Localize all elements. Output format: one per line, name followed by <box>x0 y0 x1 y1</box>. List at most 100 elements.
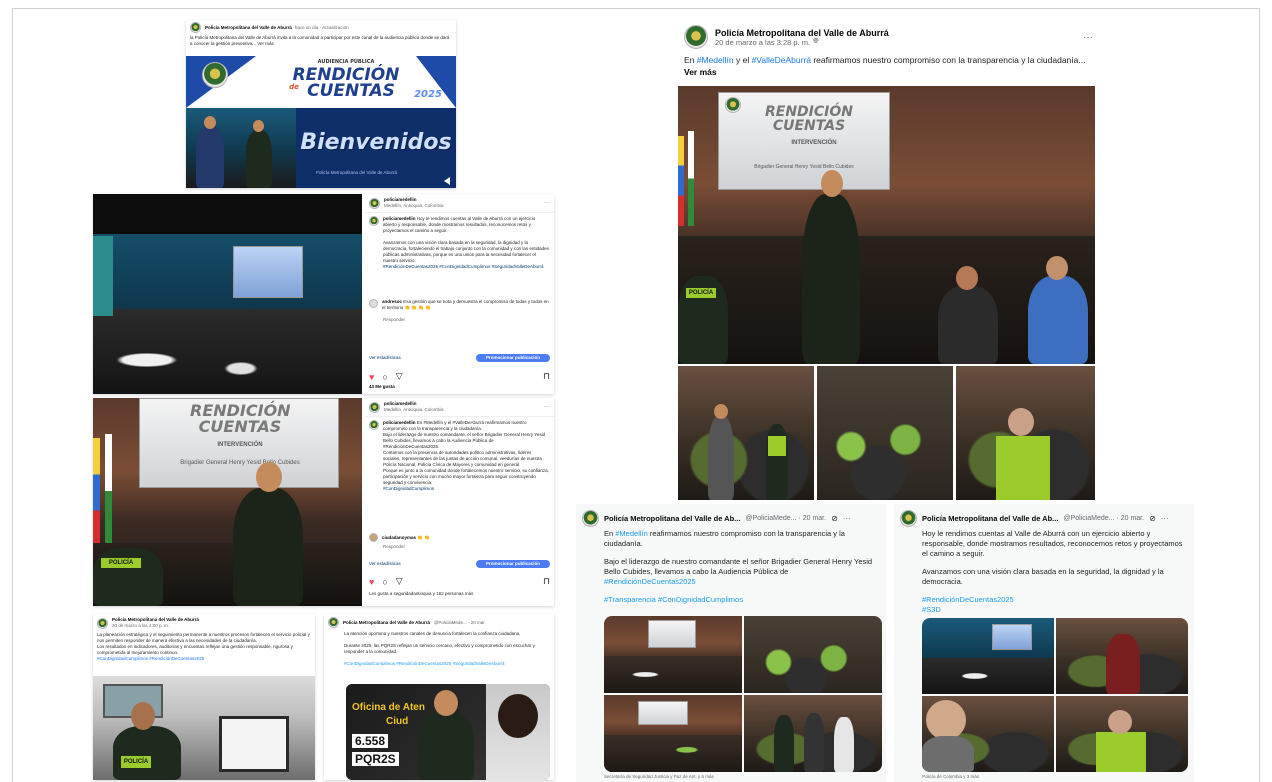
volume-icon[interactable] <box>444 177 450 185</box>
hashtag-link[interactable]: #ValleDeAburrá <box>752 55 811 65</box>
avatar[interactable] <box>684 25 708 49</box>
avatar[interactable] <box>369 299 378 308</box>
police-emblem-icon <box>202 62 228 88</box>
ig-comment: andresoc Esa gestión que se nota y demue… <box>382 299 549 310</box>
tweet-text: Hoy le rendimos cuentas al Valle de Abur… <box>922 529 1183 615</box>
avatar[interactable] <box>369 216 379 226</box>
more-icon[interactable]: ··· <box>544 200 550 206</box>
ig-caption: policiamedellin En #Medellín y el #Valle… <box>383 420 549 491</box>
avatar[interactable] <box>369 420 379 430</box>
tweet-2: Policía Metropolitana del Valle de Ab...… <box>894 504 1194 782</box>
avatar[interactable] <box>190 22 201 33</box>
tweet-photo-2[interactable] <box>744 616 882 693</box>
avatar[interactable] <box>900 510 917 527</box>
speaker-photo[interactable]: RENDICIÓN CUENTAS INTERVENCIÓN Brigadier… <box>93 398 362 606</box>
hashtags[interactable]: #Transparencia #ConDignidadCumplimos <box>604 595 878 605</box>
insights-link[interactable]: Ver estadísticas <box>369 355 401 361</box>
avatar[interactable] <box>582 510 599 527</box>
insights-link[interactable]: Ver estadísticas <box>369 561 401 567</box>
avatar[interactable] <box>369 401 380 413</box>
pqrs-poster[interactable]: Oficina de Aten Ciud 6.558 PQR2S <box>346 684 550 780</box>
post-author[interactable]: Policía Metropolitana del Valle de Aburr… <box>205 25 292 31</box>
reply-link[interactable]: Responder <box>365 317 554 323</box>
tweet-author[interactable]: Policía Metropolitana del Valle de Ab... <box>922 514 1058 523</box>
tweet-text: En #Medellín reafirmamos nuestro comprom… <box>576 529 886 605</box>
tweet-author[interactable]: Policía Metropolitana del Valle de Ab... <box>604 514 740 523</box>
likes-count[interactable]: 43 Me gusta <box>369 384 395 390</box>
avatar[interactable] <box>369 533 378 542</box>
tweet-photo-1[interactable] <box>922 618 1054 694</box>
hashtag-link[interactable]: #Medellín <box>615 529 648 538</box>
reply-link[interactable]: Responder <box>365 544 554 550</box>
heart-icon[interactable]: ♥ <box>369 577 374 587</box>
hashtag-link[interactable]: #RendiciónDeCuentas2025 <box>604 577 696 586</box>
more-icon[interactable]: ··· <box>1083 32 1093 43</box>
banner-image[interactable]: AUDIENCIA PÚBLICA RENDICIÓN de CUENTAS 2… <box>186 56 456 188</box>
tweet-photo-3[interactable] <box>604 695 742 772</box>
ig-post-2: RENDICIÓN CUENTAS INTERVENCIÓN Brigadier… <box>93 398 554 606</box>
bookmark-icon[interactable]: ⊓ <box>543 371 550 382</box>
tweet-handle[interactable]: @PoliciaMede... · 20 mar. <box>434 620 486 626</box>
fb-post-top: Policía Metropolitana del Valle de Aburr… <box>186 20 456 188</box>
tweet-photo-2[interactable] <box>1056 618 1188 694</box>
grok-icon[interactable]: ⊘ <box>831 514 838 523</box>
more-icon[interactable]: ··· <box>1161 514 1169 523</box>
tweet-media-grid <box>604 616 882 772</box>
share-icon[interactable]: ▽ <box>396 371 403 382</box>
ig-location[interactable]: Medellín, Antioquia, Colombia <box>384 203 444 209</box>
promote-button[interactable]: Promocionar publicación <box>476 354 550 362</box>
post-author[interactable]: Policía Metropolitana del Valle de Aburr… <box>715 28 1076 38</box>
tweet-photo-4[interactable] <box>1056 696 1188 772</box>
comment-icon[interactable]: ○ <box>382 372 387 382</box>
office-photo[interactable]: POLICÍA <box>93 676 315 780</box>
tweet-author[interactable]: Policía Metropolitana del Valle de Aburr… <box>343 620 430 626</box>
post-meta: hace un día · Actualización <box>294 24 349 30</box>
projection-screen: RENDICIÓN CUENTAS INTERVENCIÓN Brigadier… <box>718 92 890 190</box>
tweet-photo-4[interactable] <box>744 695 882 772</box>
more-icon[interactable]: ··· <box>843 514 851 523</box>
more-icon[interactable]: ··· <box>544 404 550 410</box>
share-icon[interactable]: ▽ <box>396 576 403 587</box>
hashtag-link[interactable]: #Medellín <box>697 55 734 65</box>
fb-post-bottom-left: Policía Metropolitana del Valle de Aburr… <box>93 614 315 780</box>
pqrs-label: PQR2S <box>352 752 399 766</box>
avatar[interactable] <box>97 617 108 629</box>
post-meta[interactable]: 20 de marzo a las 4:00 p. m. <box>112 623 199 629</box>
globe-icon: 🌐︎ <box>813 38 819 45</box>
bookmark-icon[interactable]: ⊓ <box>543 576 550 587</box>
tweet-photo-1[interactable] <box>604 616 742 693</box>
tweet-handle[interactable]: @PoliciaMede... · 20 mar. <box>745 515 826 522</box>
post-date[interactable]: 20 de marzo a las 3:28 p. m. <box>715 38 810 47</box>
see-more-link[interactable]: Ver más <box>684 67 717 77</box>
ig-location[interactable]: Medellín, Antioquia, Colombia <box>384 407 444 413</box>
likes-count[interactable]: Les gusta a seguridadantioquia y 162 per… <box>369 591 473 597</box>
grok-icon[interactable]: ⊘ <box>1149 514 1156 523</box>
photo-grid-2[interactable] <box>817 366 953 500</box>
post-text: la Policía Metropolitana del Valle de Ab… <box>190 35 450 46</box>
tweet-bottom-mid: Policía Metropolitana del Valle de Aburr… <box>324 614 554 780</box>
post-text: La planeación estratégica y el seguimien… <box>97 632 310 661</box>
banner-year: 2025 <box>414 89 442 100</box>
promote-button[interactable]: Promocionar publicación <box>476 560 550 568</box>
main-event-photo[interactable]: RENDICIÓN CUENTAS INTERVENCIÓN Brigadier… <box>678 86 1095 364</box>
avatar[interactable] <box>328 617 339 628</box>
pqrs-count: 6.558 <box>352 734 389 748</box>
heart-icon[interactable]: ♥ <box>369 372 374 382</box>
officers-photo <box>186 108 296 188</box>
tweet-footer[interactable]: Policía de Colombia y 3 más <box>922 774 979 780</box>
tweet-1: Policía Metropolitana del Valle de Ab...… <box>576 504 886 782</box>
auditorium-photo[interactable] <box>93 194 362 394</box>
post-text: En #Medellín y el #ValleDeAburrá reafirm… <box>684 55 1086 77</box>
comment-icon[interactable]: ○ <box>382 577 387 587</box>
tweet-text: La atención oportuna y nuestros canales … <box>344 631 535 666</box>
hashtags[interactable]: #RendiciónDeCuentas2025 #S3D <box>922 595 1014 615</box>
tweet-handle[interactable]: @PoliciaMede... · 20 mar. <box>1063 515 1144 522</box>
ig-post-1: policiamedellin Medellín, Antioquia, Col… <box>93 194 554 394</box>
tweet-photo-3[interactable] <box>922 696 1054 772</box>
tweet-footer[interactable]: Secretaría de Seguridad Justicia y Paz d… <box>604 774 714 780</box>
photo-grid-1[interactable] <box>678 366 814 500</box>
photo-grid-3[interactable] <box>956 366 1095 500</box>
ig-caption: policiamedellin Hoy le rendimos cuentas … <box>383 216 549 269</box>
banner-caption: Policía Metropolitana del Valle de Aburr… <box>316 170 397 175</box>
avatar[interactable] <box>369 197 380 209</box>
